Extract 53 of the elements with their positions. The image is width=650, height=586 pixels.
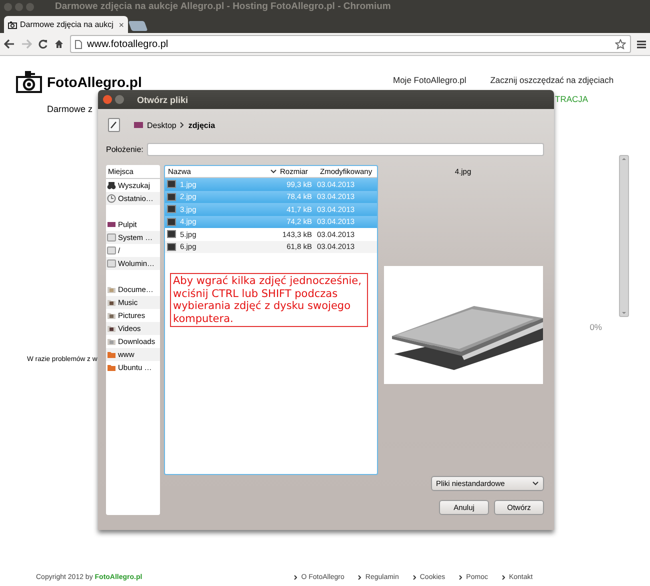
new-tab-button[interactable] <box>128 21 148 31</box>
chevron-icon <box>294 575 298 580</box>
folder-icon <box>107 285 116 294</box>
site-logo[interactable]: FotoAllegro.pl <box>47 75 142 89</box>
star-icon[interactable] <box>615 38 626 50</box>
reload-icon[interactable] <box>38 39 48 49</box>
chevron-icon <box>412 575 416 580</box>
path-button[interactable]: Desktop <box>147 120 176 130</box>
camera-icon <box>8 20 17 28</box>
minimize-icon[interactable] <box>15 2 23 10</box>
desktop-icon <box>134 122 143 128</box>
chevron-icon <box>180 122 184 128</box>
caret-icon <box>270 169 277 174</box>
close-button[interactable] <box>103 95 112 104</box>
folder-icon <box>107 324 116 333</box>
folder-icon <box>107 337 116 346</box>
maximize-icon[interactable] <box>26 2 34 10</box>
clock-icon <box>107 194 116 203</box>
forward-icon[interactable] <box>21 39 32 49</box>
register-link[interactable]: TRACJA <box>555 94 588 104</box>
down-arrow-icon[interactable] <box>620 310 628 316</box>
pencil-icon[interactable] <box>108 118 120 132</box>
up-arrow-icon[interactable] <box>620 156 628 162</box>
dialog-title: Otwórz pliki <box>137 94 188 104</box>
hint-text: Aby wgrać kilka zdjęć jednocześnie, wciśnij CTRL lub SHIFT podczas wybierania zdjęć z dysku swojego komputera. <box>170 273 368 328</box>
minimize-button[interactable] <box>115 95 124 104</box>
menu-icon[interactable] <box>637 40 646 48</box>
home-icon[interactable] <box>54 39 64 49</box>
folder-icon <box>107 298 116 307</box>
progress-percent: 0% <box>590 322 602 332</box>
path-button[interactable]: zdjęcia <box>188 120 216 130</box>
chevron-icon <box>358 575 362 580</box>
scrollbar[interactable] <box>619 155 629 317</box>
page-icon <box>75 40 82 48</box>
chevron-icon <box>459 575 462 580</box>
tagline: Darmowe z <box>47 104 93 114</box>
folder-icon <box>107 311 116 320</box>
camera-icon <box>16 71 42 93</box>
nav-link[interactable]: Moje FotoAllegro.pl <box>393 75 466 85</box>
address-bar[interactable]: www.fotoallegro.pl <box>70 35 631 53</box>
location-field[interactable] <box>147 142 544 156</box>
chevron-icon <box>502 575 505 580</box>
nav-link[interactable]: Zacznij oszczędzać na zdjęciach <box>490 75 614 85</box>
binoculars-icon <box>107 181 116 190</box>
location-label: Położenie: <box>106 144 144 154</box>
tab-close-button[interactable]: × <box>118 20 124 30</box>
window-title: Darmowe zdjęcia na aukcje Allegro.pl - Hosting FotoAllegro.pl - Chromium <box>55 1 391 12</box>
desktop-icon <box>107 220 116 229</box>
close-icon[interactable] <box>4 2 12 10</box>
back-icon[interactable] <box>4 39 15 49</box>
browser-tab[interactable]: Darmowe zdjęcia na aukcj × <box>4 16 128 33</box>
tab-title: Darmowe zdjęcia na aukcj <box>20 20 114 29</box>
caret-icon <box>532 481 539 486</box>
